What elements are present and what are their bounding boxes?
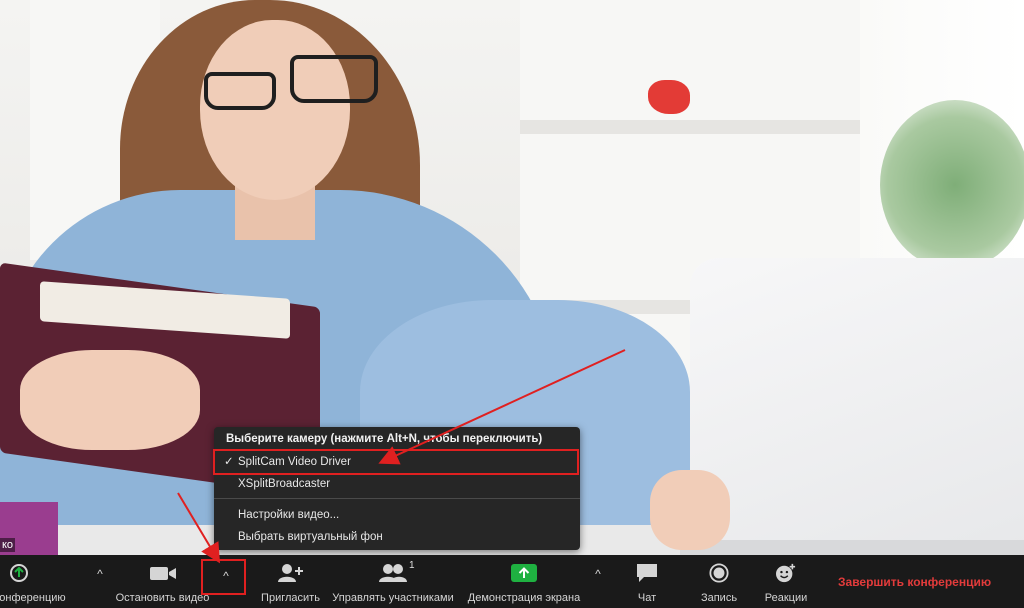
share-screen-button[interactable]: Демонстрация экрана [463, 555, 585, 608]
plant [880, 100, 1024, 270]
join-audio-label: конференцию [0, 592, 66, 604]
shelf-board [520, 120, 860, 134]
menu-header: Выберите камеру (нажмите Alt+N, чтобы пе… [226, 433, 543, 445]
red-decoration [648, 80, 690, 114]
record-icon [709, 563, 729, 583]
stop-video-label: Остановить видео [115, 592, 210, 604]
audio-options-caret[interactable]: ^ [93, 567, 107, 581]
meeting-toolbar: конференцию ^ Остановить видео ^ Приглас… [0, 555, 1024, 608]
highlight-video-caret [201, 559, 246, 595]
laptop-edge [680, 540, 1024, 555]
reactions-icon [776, 563, 796, 583]
camera-icon [149, 567, 176, 580]
participant-label: ко [0, 538, 16, 552]
glasses-left [204, 72, 276, 110]
hand-right [650, 470, 730, 550]
person-face [200, 20, 350, 200]
hand-left [20, 350, 200, 450]
end-meeting-button[interactable]: Завершить конференцию [838, 575, 991, 589]
chat-icon [637, 564, 657, 582]
share-screen-label: Демонстрация экрана [467, 592, 581, 604]
menu-item-label: Выбрать виртуальный фон [238, 531, 383, 543]
invite-label: Пригласить [261, 592, 320, 604]
join-audio-button[interactable]: конференцию [0, 555, 90, 608]
invite-icon [277, 564, 303, 582]
share-screen-icon [511, 564, 537, 582]
chat-label: Чат [637, 592, 657, 604]
glasses-right [290, 55, 378, 103]
highlight-splitcam [213, 449, 579, 475]
invite-button[interactable]: Пригласить [253, 555, 328, 608]
record-button[interactable]: Запись [693, 555, 745, 608]
menu-item-label: Настройки видео... [238, 509, 340, 521]
menu-item-xsplit[interactable]: XSplitBroadcaster [214, 473, 580, 495]
laptop [690, 258, 1024, 555]
camera-select-menu: Выберите камеру (нажмите Alt+N, чтобы пе… [214, 427, 580, 550]
record-label: Запись [700, 592, 738, 604]
participants-icon [379, 564, 407, 582]
audio-icon [10, 564, 28, 582]
stop-video-button[interactable]: Остановить видео [110, 555, 215, 608]
manage-participants-button[interactable]: 1 Управлять участниками [323, 555, 463, 608]
participants-count-badge: 1 [409, 560, 415, 571]
menu-item-label: XSplitBroadcaster [238, 478, 331, 490]
menu-item-video-settings[interactable]: Настройки видео... [214, 504, 580, 526]
chat-button[interactable]: Чат [622, 555, 672, 608]
menu-item-virtual-background[interactable]: Выбрать виртуальный фон [214, 526, 580, 548]
reactions-label: Реакции [764, 592, 808, 604]
reactions-button[interactable]: Реакции [757, 555, 815, 608]
share-options-caret[interactable]: ^ [591, 567, 605, 581]
menu-divider [214, 498, 580, 499]
participants-label: Управлять участниками [332, 592, 454, 604]
